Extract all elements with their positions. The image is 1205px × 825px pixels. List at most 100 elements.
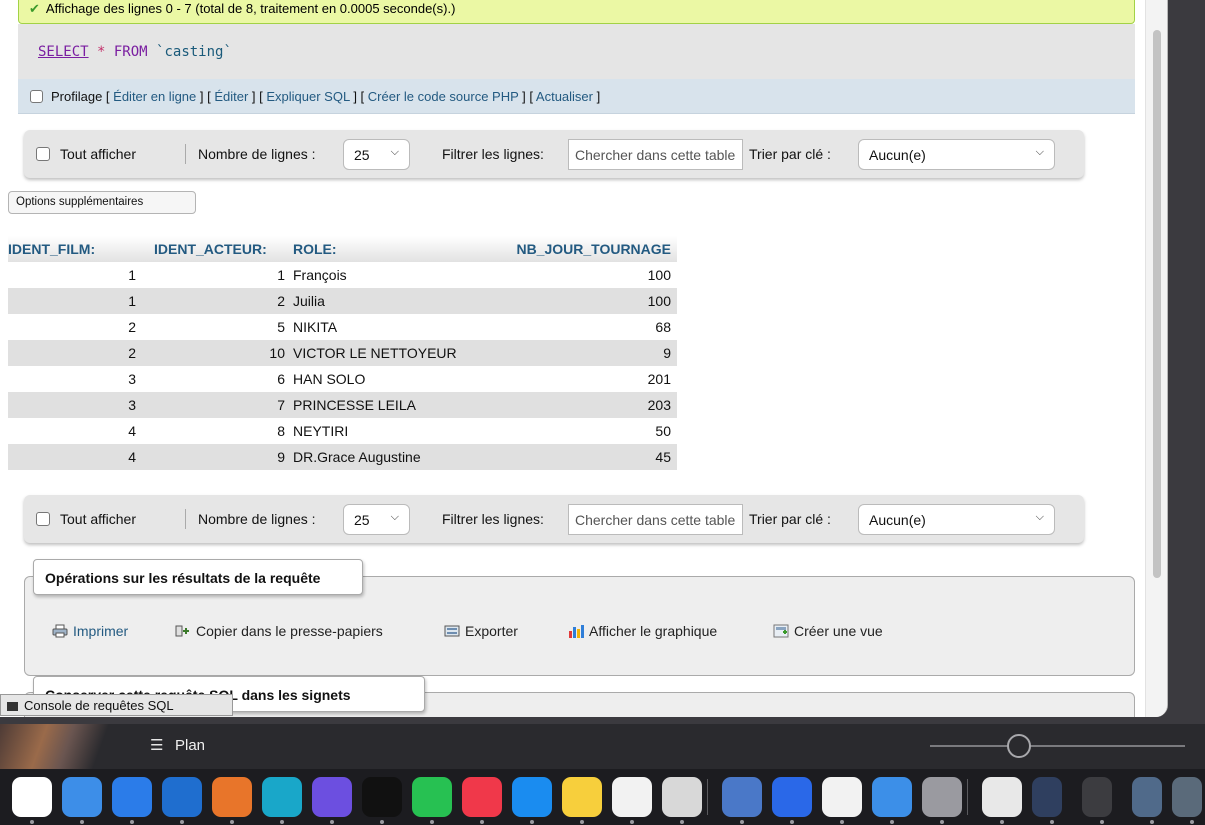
create-view-icon [773,624,789,638]
zoom-slider-track[interactable] [930,745,1185,747]
sql-query-box: SELECT * FROM `casting` [18,24,1135,79]
rows-per-page-select[interactable]: 25 ⌵ [343,504,410,535]
table-row[interactable]: 2 5 NIKITA 68 [8,314,677,340]
running-indicator [740,820,744,824]
dock-divider [707,779,708,815]
table-row[interactable]: 2 10 VICTOR LE NETTOYEUR 9 [8,340,677,366]
running-indicator [1050,820,1054,824]
console-icon [7,702,18,711]
refresh-link[interactable]: Actualiser [536,89,593,104]
appstore-icon[interactable] [512,777,552,817]
sql-star: * [88,44,114,60]
running-indicator [1190,820,1194,824]
navigation-bar-bottom: Tout afficher Nombre de lignes : 25 ⌵ Fil… [24,495,1084,543]
rows-label: Nombre de lignes : [198,146,316,162]
arc-icon[interactable] [772,777,812,817]
profiling-label: Profilage [51,89,103,104]
whatsapp-icon[interactable] [412,777,452,817]
rows-per-page-select[interactable]: 25 ⌵ [343,139,410,170]
profiling-bar: Profilage [ Éditer en ligne ] [ Éditer ]… [18,79,1135,114]
teams-icon[interactable] [312,777,352,817]
preview-icon[interactable] [722,777,762,817]
running-indicator [180,820,184,824]
chevron-down-icon: ⌵ [1035,511,1044,523]
running-indicator [430,820,434,824]
sql-keyword-select[interactable]: SELECT [38,44,89,60]
sort-key-select[interactable]: Aucun(e) ⌵ [858,139,1055,170]
table-row[interactable]: 3 6 HAN SOLO 201 [8,366,677,392]
mamp-icon[interactable] [212,777,252,817]
copy-icon [175,625,189,637]
running-indicator [130,820,134,824]
query-operations-legend: Opérations sur les résultats de la requê… [33,559,363,595]
print-button[interactable]: Imprimer [40,614,141,648]
scrollbar-thumb[interactable] [1153,30,1161,578]
music-icon[interactable] [462,777,502,817]
sort-label: Trier par clé : [749,146,831,162]
photos-icon[interactable] [612,777,652,817]
phpmyadmin-content: ✔ Affichage des lignes 0 - 7 (total de 8,… [0,0,1145,717]
freeform-icon[interactable] [62,777,102,817]
show-chart-button[interactable]: Afficher le graphique [556,614,730,648]
filter-rows-input[interactable]: Chercher dans cette table [568,504,743,535]
running-indicator [840,820,844,824]
running-indicator [580,820,584,824]
table-row[interactable]: 1 1 François 100 [8,262,677,288]
table-row[interactable]: 4 8 NEYTIRI 50 [8,418,677,444]
export-button[interactable]: Exporter [432,614,530,648]
show-all-checkbox[interactable] [36,147,50,161]
window-thumb-3-icon[interactable] [1132,777,1162,817]
column-header-ident-film[interactable]: IDENT_FILM: [8,236,146,262]
extra-options-button[interactable]: Options supplémentaires [8,191,196,214]
success-check-icon: ✔ [29,1,40,16]
show-all-toggle[interactable]: Tout afficher [36,146,136,162]
window-thumb-1-icon[interactable] [1032,777,1062,817]
finder-icon[interactable] [872,777,912,817]
running-indicator [940,820,944,824]
create-view-button[interactable]: Créer une vue [761,614,895,648]
appletv-icon[interactable] [362,777,402,817]
table-row[interactable]: 4 9 DR.Grace Augustine 45 [8,444,677,470]
column-header-role[interactable]: ROLE: [289,236,486,262]
running-indicator [530,820,534,824]
document-icon[interactable] [982,777,1022,817]
explain-sql-link[interactable]: Expliquer SQL [266,89,349,104]
window-thumb-4-icon[interactable] [1172,777,1202,817]
table-row[interactable]: 1 2 Juilia 100 [8,288,677,314]
filter-rows-input[interactable]: Chercher dans cette table [568,139,743,170]
edit-inline-link[interactable]: Éditer en ligne [113,89,196,104]
running-indicator [680,820,684,824]
background-artwork [0,724,120,769]
copy-clipboard-button[interactable]: Copier dans le presse-papiers [163,614,395,648]
canva-icon[interactable] [262,777,302,817]
column-header-ident-acteur[interactable]: IDENT_ACTEUR: [146,236,289,262]
bar-chart-icon [569,625,584,638]
vertical-scrollbar[interactable] [1145,0,1167,717]
sql-table-name: `casting` [156,44,232,60]
window-thumb-2-icon[interactable] [1082,777,1112,817]
create-php-code-link[interactable]: Créer le code source PHP [368,89,519,104]
plan-button[interactable]: ☰ Plan [150,736,205,754]
reminders-icon[interactable] [12,777,52,817]
sql-console-tab[interactable]: Console de requêtes SQL [0,694,233,716]
running-indicator [280,820,284,824]
profiling-checkbox[interactable] [30,90,43,103]
show-all-toggle[interactable]: Tout afficher [36,511,136,527]
sort-key-select[interactable]: Aucun(e) ⌵ [858,504,1055,535]
zoom-slider-knob[interactable] [1007,734,1031,758]
table-row[interactable]: 3 7 PRINCESSE LEILA 203 [8,392,677,418]
chrome-icon[interactable] [822,777,862,817]
running-indicator [630,820,634,824]
vscode-icon[interactable] [162,777,202,817]
column-header-nb-jour-tournage[interactable]: NB_JOUR_TOURNAGE [486,236,677,262]
edit-link[interactable]: Éditer [214,89,248,104]
notes-icon[interactable] [562,777,602,817]
running-indicator [330,820,334,824]
table-header-row: IDENT_FILM: IDENT_ACTEUR: ROLE: NB_JOUR_… [8,236,677,262]
safari-icon[interactable] [112,777,152,817]
chatgpt-icon[interactable] [662,777,702,817]
settings-icon[interactable] [922,777,962,817]
export-icon [444,625,460,637]
nav-divider [185,509,186,529]
show-all-checkbox[interactable] [36,512,50,526]
